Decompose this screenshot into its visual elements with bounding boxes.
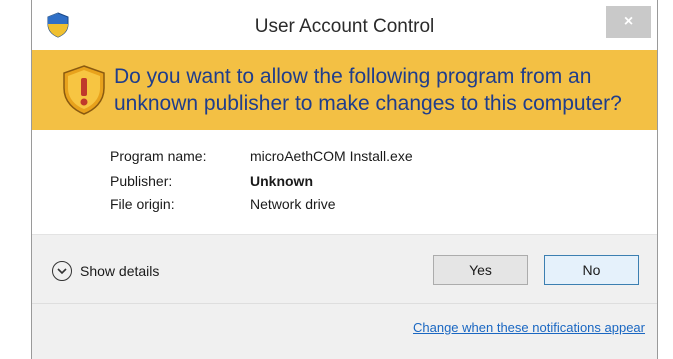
button-bar: Show details Yes No [32, 235, 657, 303]
no-button[interactable]: No [544, 255, 639, 285]
yes-button[interactable]: Yes [433, 255, 528, 285]
detail-label: Program name: [110, 148, 207, 164]
detail-value: Network drive [250, 196, 336, 212]
detail-value: Unknown [250, 173, 313, 189]
uac-dialog: User Account Control × Do you want to al… [31, 0, 658, 359]
detail-label: File origin: [110, 196, 175, 212]
chevron-down-circle-icon [52, 261, 72, 281]
title-bar: User Account Control × [32, 0, 657, 50]
warning-shield-icon [60, 64, 108, 116]
close-button[interactable]: × [606, 6, 651, 38]
warning-message: Do you want to allow the following progr… [114, 65, 622, 115]
change-notifications-link[interactable]: Change when these notifications appear [413, 320, 645, 335]
link-bar: Change when these notifications appear [32, 304, 657, 359]
show-details-toggle[interactable]: Show details [52, 259, 159, 283]
program-details: Program name: microAethCOM Install.exe P… [32, 130, 657, 234]
detail-value: microAethCOM Install.exe [250, 148, 413, 164]
window-title: User Account Control [254, 16, 435, 37]
show-details-label: Show details [80, 263, 160, 279]
detail-label: Publisher: [110, 173, 173, 189]
warning-banner: Do you want to allow the following progr… [32, 50, 657, 130]
